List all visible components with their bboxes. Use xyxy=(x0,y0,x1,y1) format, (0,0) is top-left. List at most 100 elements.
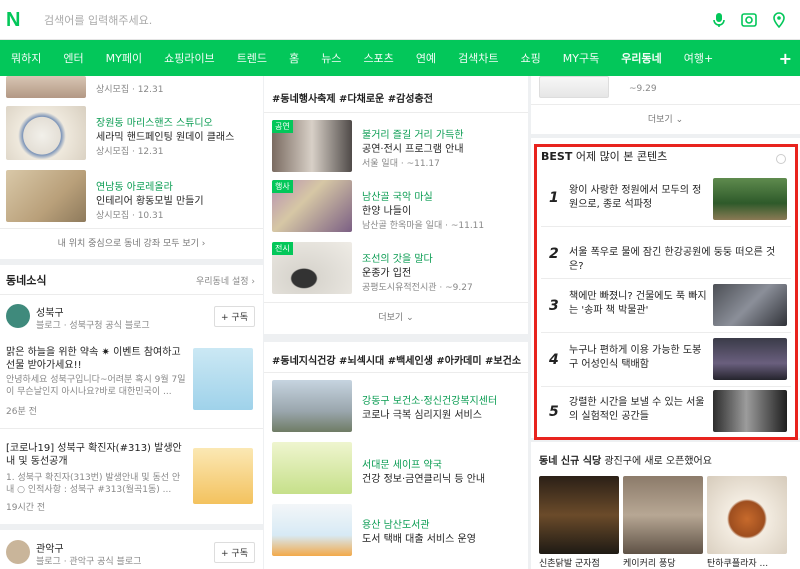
rank-number: 4 xyxy=(549,352,559,368)
health-thumbnail[interactable] xyxy=(272,504,352,556)
mic-icon[interactable] xyxy=(710,11,728,29)
class-thumbnail[interactable] xyxy=(6,170,86,222)
restaurant-thumbnail[interactable] xyxy=(707,476,787,554)
best-item[interactable]: 5 강렬한 시간을 보낼 수 있는 서울의 실험적인 공간들 xyxy=(531,388,800,440)
restaurant-name[interactable]: 탄하쿠플라자 ... xyxy=(707,556,787,569)
best-thumbnail[interactable] xyxy=(713,284,787,326)
nav-item[interactable]: 검색차트 xyxy=(447,50,509,66)
best-item[interactable]: 3 책에만 빠졌니? 건물에도 푹 빠지는 '송파 책 박물관' xyxy=(531,280,800,332)
nav-item[interactable]: 쇼핑 xyxy=(510,50,552,66)
main-nav: 뭐하지 엔터 MY페이 쇼핑라이브 트렌드 홈 뉴스 스포츠 연예 검색차트 쇼… xyxy=(0,40,800,76)
nav-item[interactable]: 트렌드 xyxy=(226,50,278,66)
category-tag: 공연 xyxy=(272,120,293,133)
event-thumbnail[interactable] xyxy=(539,76,609,98)
best-label: BEST xyxy=(541,150,573,163)
festival-thumbnail[interactable]: 공연 xyxy=(272,120,352,172)
restaurant-thumbnail[interactable] xyxy=(623,476,703,554)
subscribe-button[interactable]: + 구독 xyxy=(214,542,255,563)
section-title: 동네 신규 식당 xyxy=(539,456,602,467)
best-thumbnail[interactable] xyxy=(713,338,787,380)
best-title: 어제 많이 본 콘텐츠 xyxy=(575,150,668,163)
subscribe-button[interactable]: + 구독 xyxy=(214,306,255,327)
nav-item[interactable]: 엔터 xyxy=(52,50,94,66)
health-title[interactable]: 강동구 보건소·정신건강복지센터 xyxy=(362,392,497,407)
festival-title[interactable]: 조선의 갓을 말다 xyxy=(362,250,433,265)
best-item[interactable]: 1 왕이 사랑한 정원에서 모두의 정원으로, 종로 석파정 xyxy=(531,172,800,224)
festival-title[interactable]: 불거리 즐길 거리 가득한 xyxy=(362,126,464,141)
class-desc[interactable]: 인테리어 황동모빌 만들기 xyxy=(96,192,204,207)
nav-item[interactable]: 스포츠 xyxy=(352,50,404,66)
rank-number: 5 xyxy=(549,404,559,420)
nav-item[interactable]: 홈 xyxy=(278,50,310,66)
nav-add-button[interactable]: + xyxy=(779,49,792,68)
author-name[interactable]: 관악구 xyxy=(36,540,64,555)
class-thumbnail[interactable] xyxy=(6,76,86,98)
health-desc[interactable]: 도서 택배 대출 서비스 운영 xyxy=(362,530,476,545)
festival-thumbnail[interactable]: 행사 xyxy=(272,180,352,232)
health-desc[interactable]: 건강 정보·금연클리닉 등 안내 xyxy=(362,470,485,485)
best-item-title[interactable]: 서울 폭우로 물에 잠긴 한강공원에 둥둥 떠오른 것은? xyxy=(569,246,789,274)
avatar[interactable] xyxy=(6,304,30,328)
best-item-title[interactable]: 책에만 빠졌니? 건물에도 푹 빠지는 '송파 책 박물관' xyxy=(569,290,709,318)
best-item-title[interactable]: 강렬한 시간을 보낼 수 있는 서울의 실험적인 공간들 xyxy=(569,396,709,424)
nav-item[interactable]: 여행+ xyxy=(673,50,724,66)
post-time: 19시간 전 xyxy=(6,503,46,513)
nav-item[interactable]: MY구독 xyxy=(552,50,610,66)
post-thumbnail[interactable] xyxy=(193,348,253,410)
nav-item[interactable]: MY페이 xyxy=(95,50,153,66)
nav-item[interactable]: 쇼핑라이브 xyxy=(153,50,226,66)
naver-logo[interactable]: N xyxy=(6,9,28,31)
festival-title[interactable]: 남산골 국악 마실 xyxy=(362,188,433,203)
restaurant-name[interactable]: 신촌닭발 군자점 xyxy=(539,556,619,569)
post-title[interactable]: [코로나19] 성북구 확진자(#313) 발생안내 및 동선공개 xyxy=(6,442,186,468)
avatar[interactable] xyxy=(6,540,30,564)
author-name[interactable]: 성북구 xyxy=(36,304,64,319)
best-item-title[interactable]: 왕이 사랑한 정원에서 모두의 정원으로, 종로 석파정 xyxy=(569,184,709,212)
neighborhood-settings-link[interactable]: 우리동네 설정 › xyxy=(196,274,255,287)
class-title[interactable]: 장원동 마리스핸즈 스튜디오 xyxy=(96,114,213,129)
best-item[interactable]: 2 서울 폭우로 물에 잠긴 한강공원에 둥둥 떠오른 것은? xyxy=(531,228,800,280)
best-item-title[interactable]: 누구나 편하게 이용 가능한 도봉구 어성인식 택배함 xyxy=(569,344,709,372)
health-thumbnail[interactable] xyxy=(272,442,352,494)
festival-desc[interactable]: 운종가 입전 xyxy=(362,264,411,279)
restaurant-thumbnail[interactable] xyxy=(539,476,619,554)
search-input[interactable]: 검색어를 입력해주세요. xyxy=(44,12,710,28)
festival-desc[interactable]: 공연·전시 프로그램 안내 xyxy=(362,140,464,155)
health-thumbnail[interactable] xyxy=(272,380,352,432)
lens-icon[interactable] xyxy=(740,11,758,29)
nav-item[interactable]: 뭐하지 xyxy=(0,50,52,66)
best-item[interactable]: 4 누구나 편하게 이용 가능한 도봉구 어성인식 택배함 xyxy=(531,334,800,386)
item-meta: ~9.29 xyxy=(629,84,657,94)
post-desc[interactable]: 안녕하세요 성북구입니다~어려분 혹시 9월 7일이 무슨날인지 아시나요?바로… xyxy=(6,374,186,398)
nav-item[interactable]: 뉴스 xyxy=(310,50,352,66)
rank-number: 3 xyxy=(549,298,559,314)
class-thumbnail[interactable] xyxy=(6,106,86,160)
right-column: ~9.29 더보기 ⌄ BEST 어제 많이 본 콘텐츠 1 왕이 사랑한 정원… xyxy=(531,76,800,569)
rank-number: 1 xyxy=(549,190,559,206)
item-meta: 상시모집 · 10.31 xyxy=(96,211,164,221)
post-thumbnail[interactable] xyxy=(193,448,253,504)
top-bar: N 검색어를 입력해주세요. xyxy=(0,0,800,40)
nav-item[interactable]: 연예 xyxy=(405,50,447,66)
more-button[interactable]: 더보기 ⌄ xyxy=(531,112,800,125)
post-title[interactable]: 맑은 하늘을 위한 약속 ✷ 이벤트 참여하고 선물 받아가세요!! xyxy=(6,346,186,372)
best-header: BEST 어제 많이 본 콘텐츠 xyxy=(541,148,667,164)
class-title[interactable]: 연남동 아로레올라 xyxy=(96,178,173,193)
festival-meta: 남산골 한옥마을 일대 · ~11.11 xyxy=(362,221,485,231)
best-thumbnail[interactable] xyxy=(713,390,787,432)
health-title[interactable]: 서대문 세이프 약국 xyxy=(362,456,442,471)
best-thumbnail[interactable] xyxy=(713,178,787,220)
health-title[interactable]: 용산 남산도서관 xyxy=(362,516,430,531)
class-desc[interactable]: 세라믹 핸드페인팅 원데이 클래스 xyxy=(96,128,234,143)
more-classes-link[interactable]: 내 위치 중심으로 동네 강좌 모두 보기 › xyxy=(0,236,263,249)
info-icon[interactable] xyxy=(776,154,786,164)
festival-desc[interactable]: 한양 나들이 xyxy=(362,202,411,217)
nav-item-active[interactable]: 우리동네 xyxy=(610,50,672,66)
festival-meta: 공평도시유적전시관 · ~9.27 xyxy=(362,283,473,293)
location-icon[interactable] xyxy=(770,11,788,29)
health-desc[interactable]: 코로나 극복 심리지원 서비스 xyxy=(362,406,482,421)
more-button[interactable]: 더보기 ⌄ xyxy=(264,310,528,323)
post-desc[interactable]: 1. 성북구 확진자(313번) 발생안내 및 동선 안내 ○ 인적사항 : 성… xyxy=(6,472,186,496)
restaurant-name[interactable]: 케이커리 풍당 xyxy=(623,556,703,569)
festival-thumbnail[interactable]: 전시 xyxy=(272,242,352,294)
